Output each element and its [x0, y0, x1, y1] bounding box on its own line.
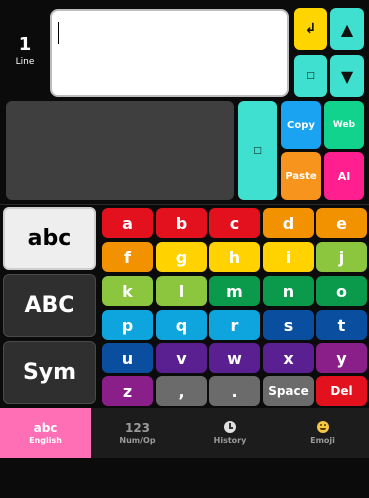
- key-a[interactable]: a: [102, 208, 153, 238]
- tab-english[interactable]: abc English: [0, 408, 91, 458]
- tab-num-op[interactable]: 123 Num/Op: [91, 408, 184, 458]
- divider: [0, 204, 369, 205]
- key-delete[interactable]: Del: [316, 376, 367, 406]
- key-q[interactable]: q: [156, 310, 207, 340]
- key-z[interactable]: z: [102, 376, 153, 406]
- tab-num-op-label: Num/Op: [119, 436, 156, 445]
- tab-english-label: English: [29, 436, 62, 445]
- mode-symbols-button[interactable]: Sym: [3, 341, 96, 404]
- square-button[interactable]: □: [294, 55, 327, 97]
- key-comma[interactable]: ,: [156, 376, 207, 406]
- key-l[interactable]: l: [156, 276, 207, 306]
- tab-history[interactable]: History: [184, 408, 276, 458]
- key-o[interactable]: o: [316, 276, 367, 306]
- key-r[interactable]: r: [209, 310, 260, 340]
- select-button[interactable]: □: [238, 101, 277, 200]
- key-k[interactable]: k: [102, 276, 153, 306]
- enter-button[interactable]: ↲: [294, 8, 327, 50]
- cursor-trackpad[interactable]: [6, 101, 234, 200]
- key-d[interactable]: d: [263, 208, 314, 238]
- clock-icon: [224, 421, 236, 433]
- tab-history-label: History: [213, 436, 247, 445]
- text-caret: [58, 22, 59, 44]
- arrow-down-button[interactable]: ▼: [330, 55, 364, 97]
- mode-lowercase-button[interactable]: abc: [3, 207, 96, 270]
- tab-english-title: abc: [33, 421, 58, 435]
- key-f[interactable]: f: [102, 242, 153, 272]
- tab-emoji-label: Emoji: [310, 436, 335, 445]
- line-counter: 1 Line: [6, 8, 44, 94]
- key-y[interactable]: y: [316, 343, 367, 373]
- key-e[interactable]: e: [316, 208, 367, 238]
- key-p[interactable]: p: [102, 310, 153, 340]
- text-editor[interactable]: [50, 9, 289, 97]
- web-button[interactable]: Web: [324, 101, 364, 149]
- key-x[interactable]: x: [263, 343, 314, 373]
- ai-button[interactable]: AI: [324, 152, 364, 200]
- key-period[interactable]: .: [209, 376, 260, 406]
- arrow-up-button[interactable]: ▲: [330, 8, 364, 50]
- key-w[interactable]: w: [209, 343, 260, 373]
- tab-num-op-title: 123: [124, 421, 151, 435]
- key-t[interactable]: t: [316, 310, 367, 340]
- mode-uppercase-button[interactable]: ABC: [3, 274, 96, 337]
- key-s[interactable]: s: [263, 310, 314, 340]
- key-i[interactable]: i: [263, 242, 314, 272]
- emoji-icon: [316, 421, 329, 433]
- key-j[interactable]: j: [316, 242, 367, 272]
- line-count-label: Line: [15, 57, 35, 67]
- key-c[interactable]: c: [209, 208, 260, 238]
- key-space[interactable]: Space: [263, 376, 314, 406]
- paste-button[interactable]: Paste: [281, 152, 321, 200]
- key-u[interactable]: u: [102, 343, 153, 373]
- key-v[interactable]: v: [156, 343, 207, 373]
- copy-button[interactable]: Copy: [281, 101, 321, 149]
- key-h[interactable]: h: [209, 242, 260, 272]
- key-n[interactable]: n: [263, 276, 314, 306]
- key-b[interactable]: b: [156, 208, 207, 238]
- tab-emoji[interactable]: Emoji: [276, 408, 369, 458]
- key-m[interactable]: m: [209, 276, 260, 306]
- line-count-value: 1: [18, 34, 32, 55]
- key-g[interactable]: g: [156, 242, 207, 272]
